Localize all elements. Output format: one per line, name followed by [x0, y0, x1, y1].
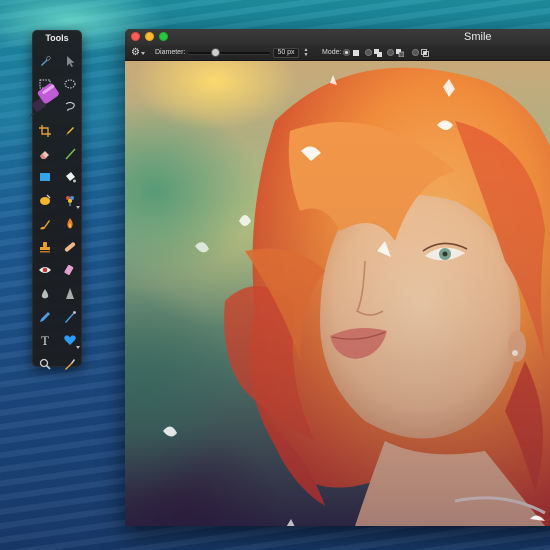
settings-caret-icon[interactable]: [141, 52, 145, 55]
sharpen-icon[interactable]: [57, 282, 82, 305]
line-icon[interactable]: [57, 142, 82, 165]
mode-intersect-selection-icon: [421, 49, 429, 57]
move-arrow-icon[interactable]: [57, 49, 82, 72]
tools-panel[interactable]: Tools T: [32, 30, 82, 370]
bandage-icon[interactable]: [57, 235, 82, 258]
mode-radio-1[interactable]: [343, 49, 350, 56]
tools-panel-title: Tools: [45, 33, 69, 43]
minimize-window-button[interactable]: [145, 32, 154, 41]
rect-select-icon[interactable]: [32, 72, 57, 95]
color-picker-icon[interactable]: [57, 189, 82, 212]
diameter-stepper[interactable]: ▲ ▼: [303, 48, 309, 58]
diameter-slider-thumb[interactable]: [212, 49, 220, 56]
eraser-pink-icon[interactable]: [57, 259, 82, 282]
airbrush-icon[interactable]: [57, 305, 82, 328]
window-titlebar[interactable]: Smile: [125, 29, 550, 45]
brush-icon[interactable]: [32, 212, 57, 235]
tools-grid: T: [32, 49, 82, 375]
diameter-label: Diameter:: [155, 49, 186, 56]
smudge-icon[interactable]: [32, 189, 57, 212]
mode-subtract-selection-icon: [396, 49, 404, 57]
portrait-photo: [125, 61, 550, 526]
crop-icon[interactable]: [32, 119, 57, 142]
red-eye-icon[interactable]: [32, 259, 57, 282]
rectangle-shape-icon[interactable]: [32, 165, 57, 188]
close-window-button[interactable]: [131, 32, 140, 41]
diameter-input[interactable]: 50 px: [273, 48, 299, 58]
clone-stamp-icon[interactable]: [32, 235, 57, 258]
burn-icon[interactable]: [57, 212, 82, 235]
mode-add-selection-icon: [374, 49, 382, 57]
eyedropper-icon[interactable]: [57, 352, 82, 375]
window-title: Smile: [464, 31, 492, 43]
mode-radio-3[interactable]: [387, 49, 394, 56]
pen-icon[interactable]: [57, 119, 82, 142]
lasso-icon[interactable]: [57, 96, 82, 119]
mode-label: Mode:: [322, 49, 342, 56]
drop-icon[interactable]: [32, 282, 57, 305]
pipette-icon[interactable]: [32, 49, 57, 72]
ellipse-select-icon[interactable]: [57, 72, 82, 95]
image-canvas[interactable]: [125, 61, 550, 526]
zoom-window-button[interactable]: [159, 32, 168, 41]
eraser-icon[interactable]: [32, 142, 57, 165]
diameter-slider[interactable]: [188, 52, 270, 54]
svg-text:T: T: [41, 333, 49, 347]
document-window[interactable]: Smile ⚙ Diameter: 50 px ▲ ▼ Mode:: [125, 29, 550, 526]
pencil-icon[interactable]: [32, 305, 57, 328]
mode-radio-2[interactable]: [365, 49, 372, 56]
mode-radio-4[interactable]: [412, 49, 419, 56]
paint-bucket-icon[interactable]: [57, 165, 82, 188]
zoom-icon[interactable]: [32, 352, 57, 375]
heart-shape-icon[interactable]: [57, 329, 82, 352]
mode-new-selection-icon: [353, 50, 359, 56]
magic-wand-icon[interactable]: [32, 96, 57, 119]
text-icon[interactable]: T: [32, 329, 57, 352]
settings-gear-icon[interactable]: ⚙: [131, 48, 141, 58]
tool-options-bar: ⚙ Diameter: 50 px ▲ ▼ Mode:: [125, 45, 550, 61]
